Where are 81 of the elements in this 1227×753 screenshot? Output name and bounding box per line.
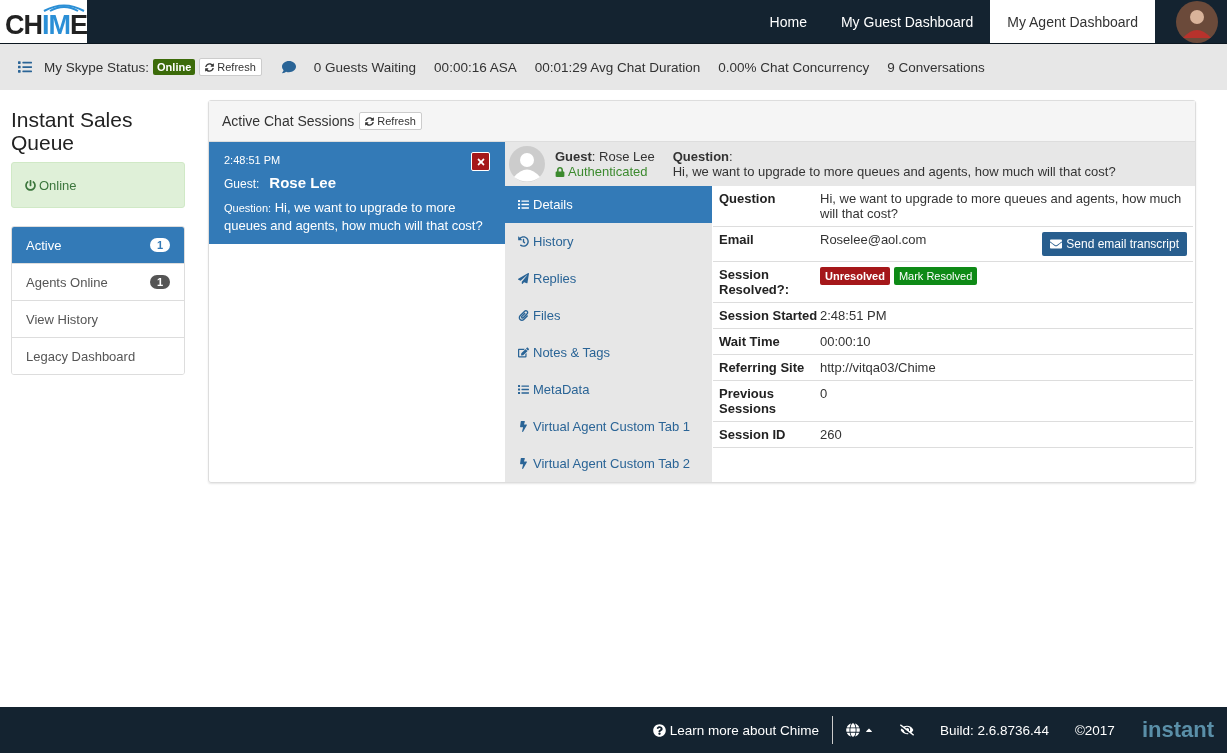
refresh-button[interactable]: Refresh	[199, 58, 262, 76]
sidebar-item[interactable]: Legacy Dashboard	[12, 337, 184, 374]
row-label: Session ID	[719, 427, 787, 442]
row-value: 00:00:10	[820, 334, 872, 349]
status-badge: Unresolved	[820, 267, 890, 285]
detail-tab[interactable]: MetaData	[505, 371, 712, 408]
row-label: Referring Site	[719, 360, 806, 375]
detail-tab[interactable]: Details	[505, 186, 712, 223]
row-label: Previous Sessions	[719, 386, 778, 416]
status-alert: Online	[11, 162, 185, 208]
refresh-button[interactable]: Refresh	[359, 112, 422, 130]
logo: CHIME	[0, 0, 87, 43]
paper-plane-icon	[518, 273, 529, 284]
panel-title: Active Chat Sessions	[222, 113, 355, 129]
nav-tab[interactable]: My Agent Dashboard	[990, 0, 1155, 43]
bolt-icon	[518, 458, 529, 469]
stat-text: 0.00% Chat Concurrency	[718, 59, 870, 75]
detail-tab[interactable]: Virtual Agent Custom Tab 2	[505, 445, 712, 482]
row-label: Email	[719, 232, 755, 249]
session-time: 2:48:51 PM	[224, 154, 281, 166]
count-badge: 1	[149, 275, 170, 289]
row-label: Wait Time	[719, 334, 781, 349]
question-label: Question:	[672, 149, 734, 164]
help-icon[interactable]	[652, 723, 666, 737]
copyright-text: ©2017	[1073, 722, 1116, 738]
skype-status-label: My Skype Status:	[44, 59, 150, 75]
stat-text: 0 Guests Waiting	[313, 59, 417, 75]
list-icon	[518, 199, 529, 210]
stat-text: 00:00:16 ASA	[434, 59, 517, 75]
auth-status: Authenticated	[568, 164, 648, 179]
envelope-icon	[1050, 238, 1063, 250]
guest-avatar-icon	[509, 146, 545, 182]
row-value: Hi, we want to upgrade to more queues and agents, how much will that cost?	[820, 191, 1183, 221]
guest-text: Guest: Rose Lee	[555, 149, 655, 164]
list-icon	[518, 384, 529, 395]
history-icon	[518, 236, 529, 247]
globe-icon[interactable]	[846, 723, 861, 737]
bolt-icon	[518, 421, 529, 432]
row-label: Session Started	[719, 308, 819, 323]
row-value: 260	[820, 427, 843, 442]
close-button[interactable]	[471, 152, 490, 171]
sidebar-item[interactable]: Active 1	[12, 227, 184, 263]
send-transcript-button[interactable]: Send email transcript	[1042, 232, 1187, 256]
row-value: 0	[820, 386, 829, 403]
count-badge: 1	[149, 238, 170, 252]
close-icon	[475, 156, 486, 167]
nav-tab[interactable]: My Guest Dashboard	[823, 0, 991, 43]
queue-title: Instant Sales Queue	[11, 108, 134, 154]
power-icon	[25, 179, 36, 191]
session-card[interactable]: 2:48:51 PM Guest: Rose Lee Question: Hi, we want to upgrade to more queues and agents, how much will that cost?	[209, 142, 505, 244]
row-value: 2:48:51 PM	[820, 308, 888, 323]
edit-icon	[518, 347, 529, 358]
guest-name: Rose Lee	[269, 174, 337, 191]
row-value: Roselee@aol.com	[820, 232, 928, 247]
mark-resolved-button[interactable]: Mark Resolved	[893, 267, 978, 285]
avatar-icon[interactable]	[1175, 0, 1219, 44]
eye-slash-icon[interactable]	[900, 723, 915, 737]
menu-icon[interactable]	[18, 60, 32, 74]
row-label: Question	[719, 191, 777, 208]
detail-tab[interactable]: Files	[505, 297, 712, 334]
detail-tab[interactable]: Notes & Tags	[505, 334, 712, 371]
lock-icon	[555, 166, 565, 177]
question-text: Hi, we want to upgrade to more queues and agents, how much will that cost?	[672, 164, 1116, 179]
row-label: Session Resolved?:	[719, 267, 791, 297]
chat-icon	[281, 60, 296, 74]
paperclip-icon	[518, 310, 529, 321]
refresh-icon	[365, 116, 375, 126]
detail-tab[interactable]: Virtual Agent Custom Tab 1	[505, 408, 712, 445]
question-text: Question: Hi, we want to upgrade to more queues and agents, how much will that cost?	[224, 199, 484, 234]
stat-text: 9 Conversations	[887, 59, 985, 75]
status-badge: Online	[153, 59, 196, 75]
detail-tab[interactable]: Replies	[505, 260, 712, 297]
detail-tab[interactable]: History	[505, 223, 712, 260]
build-text: Build: 2.6.8736.44	[939, 722, 1050, 738]
stat-text: 00:01:29 Avg Chat Duration	[534, 59, 701, 75]
refresh-icon	[205, 62, 215, 72]
learn-more-link[interactable]: Learn more about Chime	[669, 722, 820, 738]
brand-logo: instant	[1140, 717, 1215, 743]
row-value: http://vitqa03/Chime	[820, 360, 937, 375]
nav-tab[interactable]: Home	[752, 0, 824, 43]
guest-label: Guest:	[224, 177, 260, 191]
